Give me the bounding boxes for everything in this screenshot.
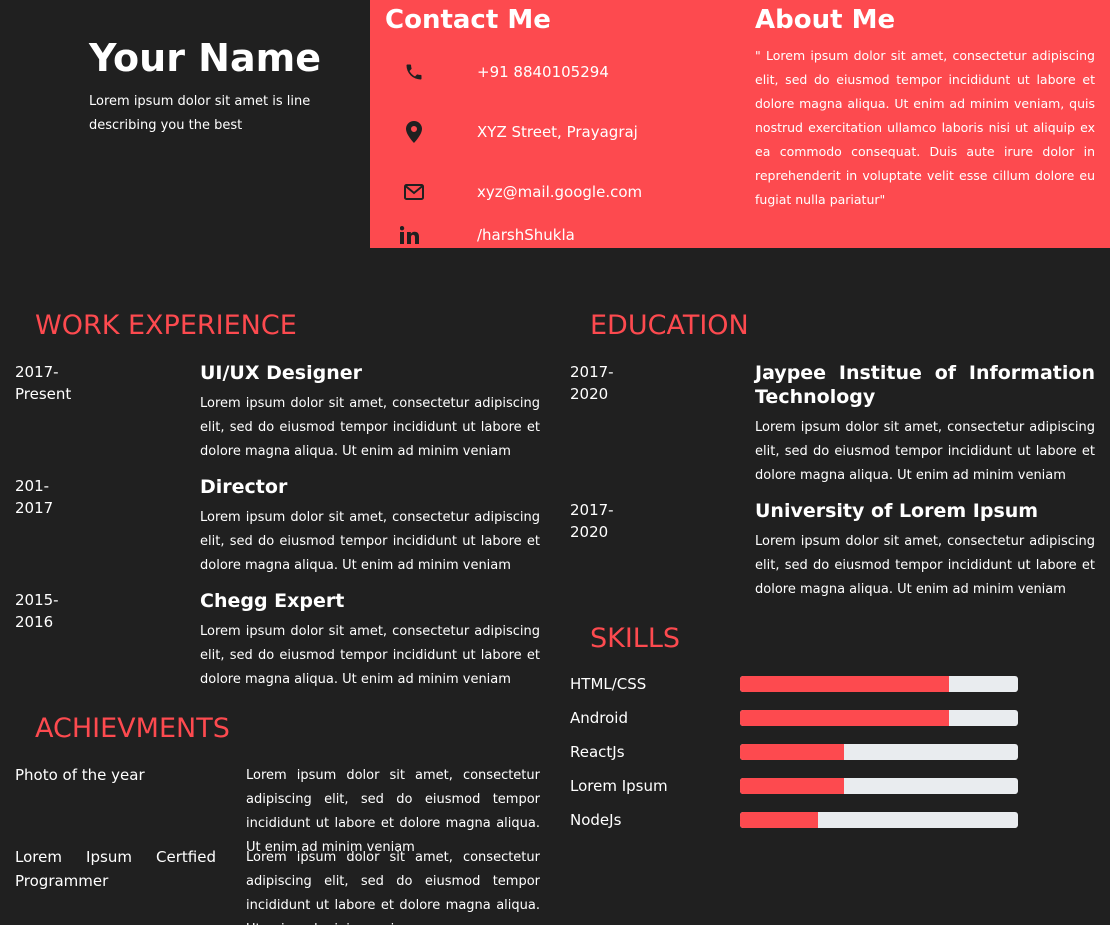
skill-row: Android xyxy=(570,708,1018,728)
work-date: 2015-2016 xyxy=(15,591,59,631)
contact-email[interactable]: xyz@mail.google.com xyxy=(400,181,642,203)
profile-name: Your Name xyxy=(89,36,321,80)
work-role: Chegg Expert xyxy=(200,590,345,612)
skill-progress-bar xyxy=(740,812,1018,828)
work-desc: Lorem ipsum dolor sit amet, consectetur … xyxy=(200,510,540,573)
contact-about-panel: Contact Me +91 8840105294 XYZ Street, Pr… xyxy=(370,0,1110,248)
about-text: " Lorem ipsum dolor sit amet, consectetu… xyxy=(755,48,1095,207)
location-pin-icon xyxy=(400,121,428,143)
work-desc: Lorem ipsum dolor sit amet, consectetur … xyxy=(200,396,540,459)
skill-progress-bar xyxy=(740,710,1018,726)
work-role: Director xyxy=(200,476,288,498)
skill-progress-fill xyxy=(740,676,949,692)
contact-address[interactable]: XYZ Street, Prayagraj xyxy=(400,121,638,143)
skills-title: SKILLS xyxy=(590,623,681,654)
skill-row: HTML/CSS xyxy=(570,674,1018,694)
skill-name: NodeJs xyxy=(570,811,622,829)
education-title: EDUCATION xyxy=(590,310,749,341)
contact-email-text: xyz@mail.google.com xyxy=(477,183,643,201)
skill-progress-bar xyxy=(740,744,1018,760)
achievement-title: Lorem Ipsum Certfied Programmer xyxy=(15,848,216,890)
work-date: 201-2017 xyxy=(15,477,54,517)
contact-linkedin-text: /harshShukla xyxy=(477,226,575,244)
work-role: UI/UX Designer xyxy=(200,362,362,384)
skill-progress-fill xyxy=(740,778,845,794)
work-desc: Lorem ipsum dolor sit amet, consectetur … xyxy=(200,624,540,687)
education-date: 2017-2020 xyxy=(570,363,614,403)
phone-icon xyxy=(400,61,428,83)
work-experience-title: WORK EXPERIENCE xyxy=(35,310,297,341)
contact-title: Contact Me xyxy=(385,5,551,35)
skill-name: Android xyxy=(570,709,628,727)
education-institution-line: Technology xyxy=(755,386,876,408)
contact-address-text: XYZ Street, Prayagraj xyxy=(477,123,638,141)
achievement-title: Photo of the year xyxy=(15,766,145,784)
skill-progress-bar xyxy=(740,778,1018,794)
education-desc: Lorem ipsum dolor sit amet, consectetur … xyxy=(755,420,1095,483)
work-date: 2017-Present xyxy=(15,363,72,403)
education-desc: Lorem ipsum dolor sit amet, consectetur … xyxy=(755,534,1095,597)
skill-name: HTML/CSS xyxy=(570,675,647,693)
skill-name: Lorem Ipsum xyxy=(570,777,668,795)
skill-progress-fill xyxy=(740,744,845,760)
education-date: 2017-2020 xyxy=(570,501,614,541)
contact-phone[interactable]: +91 8840105294 xyxy=(400,61,609,83)
envelope-icon xyxy=(400,181,428,203)
achievements-title: ACHIEVMENTS xyxy=(35,713,230,744)
skill-progress-fill xyxy=(740,812,818,828)
skill-progress-fill xyxy=(740,710,949,726)
education-institution: University of Lorem Ipsum xyxy=(755,500,1039,522)
skill-row: ReactJs xyxy=(570,742,1018,762)
skill-progress-bar xyxy=(740,676,1018,692)
achievement-desc: Lorem ipsum dolor sit amet, consectetur … xyxy=(246,850,540,925)
education-institution-line: Jaypee Institue of Information xyxy=(755,362,1095,384)
profile-tagline: Lorem ipsum dolor sit amet is line descr… xyxy=(89,94,311,133)
about-title: About Me xyxy=(755,5,896,35)
linkedin-icon xyxy=(400,224,428,246)
skill-name: ReactJs xyxy=(570,743,625,761)
education-institution: Jaypee Institue of Information Technology xyxy=(755,361,1095,409)
contact-linkedin[interactable]: /harshShukla xyxy=(400,224,575,246)
skill-row: NodeJs xyxy=(570,810,1018,830)
contact-phone-text: +91 8840105294 xyxy=(477,63,609,81)
profile-header: Your Name Lorem ipsum dolor sit amet is … xyxy=(89,36,359,138)
skill-row: Lorem Ipsum xyxy=(570,776,1018,796)
